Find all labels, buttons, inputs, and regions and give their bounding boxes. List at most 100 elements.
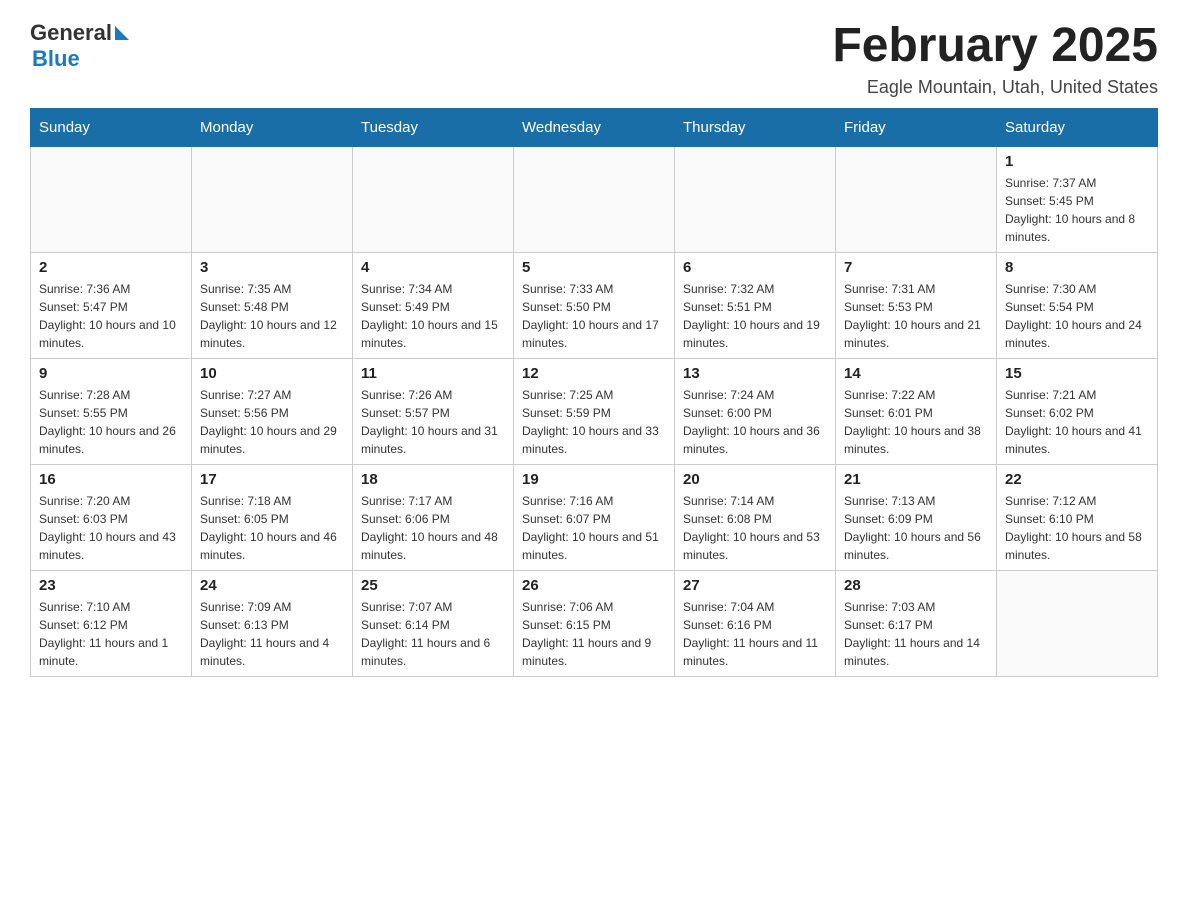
day-number: 9 xyxy=(39,365,183,382)
day-info: Sunrise: 7:10 AMSunset: 6:12 PMDaylight:… xyxy=(39,598,183,670)
day-info: Sunrise: 7:32 AMSunset: 5:51 PMDaylight:… xyxy=(683,280,827,352)
logo-blue-text: Blue xyxy=(32,46,80,72)
day-number: 1 xyxy=(1005,153,1149,170)
day-info: Sunrise: 7:22 AMSunset: 6:01 PMDaylight:… xyxy=(844,386,988,458)
day-number: 12 xyxy=(522,365,666,382)
page-header: General Blue February 2025 Eagle Mountai… xyxy=(30,20,1158,98)
day-number: 24 xyxy=(200,577,344,594)
day-info: Sunrise: 7:30 AMSunset: 5:54 PMDaylight:… xyxy=(1005,280,1149,352)
calendar-cell: 11Sunrise: 7:26 AMSunset: 5:57 PMDayligh… xyxy=(353,358,514,464)
day-info: Sunrise: 7:24 AMSunset: 6:00 PMDaylight:… xyxy=(683,386,827,458)
day-number: 15 xyxy=(1005,365,1149,382)
logo: General Blue xyxy=(30,20,129,72)
calendar-cell: 8Sunrise: 7:30 AMSunset: 5:54 PMDaylight… xyxy=(997,252,1158,358)
day-number: 7 xyxy=(844,259,988,276)
day-info: Sunrise: 7:33 AMSunset: 5:50 PMDaylight:… xyxy=(522,280,666,352)
calendar-cell: 20Sunrise: 7:14 AMSunset: 6:08 PMDayligh… xyxy=(675,464,836,570)
calendar-cell xyxy=(192,146,353,252)
logo-general-text: General xyxy=(30,20,112,46)
day-info: Sunrise: 7:04 AMSunset: 6:16 PMDaylight:… xyxy=(683,598,827,670)
calendar-cell: 2 Sunrise: 7:36 AMSunset: 5:47 PMDaylight… xyxy=(31,252,192,358)
week-row-5: 23Sunrise: 7:10 AMSunset: 6:12 PMDayligh… xyxy=(31,570,1158,676)
weekday-header-saturday: Saturday xyxy=(997,108,1158,146)
weekday-header-row: SundayMondayTuesdayWednesdayThursdayFrid… xyxy=(31,108,1158,146)
weekday-header-friday: Friday xyxy=(836,108,997,146)
calendar-cell: 21 Sunrise: 7:13 AMSunset: 6:09 PMDayligh… xyxy=(836,464,997,570)
week-row-3: 9 Sunrise: 7:28 AMSunset: 5:55 PMDaylight… xyxy=(31,358,1158,464)
day-number: 2 xyxy=(39,259,183,276)
week-row-1: 1 Sunrise: 7:37 AMSunset: 5:45 PMDaylight… xyxy=(31,146,1158,252)
logo-arrow-icon xyxy=(115,26,129,40)
calendar-cell: 17 Sunrise: 7:18 AMSunset: 6:05 PMDayligh… xyxy=(192,464,353,570)
day-number: 28 xyxy=(844,577,988,594)
weekday-header-thursday: Thursday xyxy=(675,108,836,146)
day-info: Sunrise: 7:07 AMSunset: 6:14 PMDaylight:… xyxy=(361,598,505,670)
calendar-cell: 14Sunrise: 7:22 AMSunset: 6:01 PMDayligh… xyxy=(836,358,997,464)
day-number: 27 xyxy=(683,577,827,594)
calendar-cell xyxy=(31,146,192,252)
weekday-header-monday: Monday xyxy=(192,108,353,146)
calendar-cell: 27 Sunrise: 7:04 AMSunset: 6:16 PMDayligh… xyxy=(675,570,836,676)
calendar-cell: 4Sunrise: 7:34 AMSunset: 5:49 PMDaylight… xyxy=(353,252,514,358)
day-info: Sunrise: 7:37 AMSunset: 5:45 PMDaylight:… xyxy=(1005,174,1149,246)
calendar-cell: 10 Sunrise: 7:27 AMSunset: 5:56 PMDayligh… xyxy=(192,358,353,464)
calendar-cell: 13 Sunrise: 7:24 AMSunset: 6:00 PMDayligh… xyxy=(675,358,836,464)
calendar-cell: 5 Sunrise: 7:33 AMSunset: 5:50 PMDaylight… xyxy=(514,252,675,358)
day-number: 3 xyxy=(200,259,344,276)
day-number: 22 xyxy=(1005,471,1149,488)
weekday-header-tuesday: Tuesday xyxy=(353,108,514,146)
day-info: Sunrise: 7:26 AMSunset: 5:57 PMDaylight:… xyxy=(361,386,505,458)
calendar-cell: 24 Sunrise: 7:09 AMSunset: 6:13 PMDayligh… xyxy=(192,570,353,676)
calendar-cell: 3 Sunrise: 7:35 AMSunset: 5:48 PMDaylight… xyxy=(192,252,353,358)
calendar-cell xyxy=(997,570,1158,676)
day-number: 21 xyxy=(844,471,988,488)
calendar-cell: 22 Sunrise: 7:12 AMSunset: 6:10 PMDayligh… xyxy=(997,464,1158,570)
calendar-cell: 19 Sunrise: 7:16 AMSunset: 6:07 PMDayligh… xyxy=(514,464,675,570)
day-info: Sunrise: 7:31 AMSunset: 5:53 PMDaylight:… xyxy=(844,280,988,352)
week-row-4: 16 Sunrise: 7:20 AMSunset: 6:03 PMDayligh… xyxy=(31,464,1158,570)
calendar-cell: 1 Sunrise: 7:37 AMSunset: 5:45 PMDaylight… xyxy=(997,146,1158,252)
day-info: Sunrise: 7:09 AMSunset: 6:13 PMDaylight:… xyxy=(200,598,344,670)
calendar-cell: 23Sunrise: 7:10 AMSunset: 6:12 PMDayligh… xyxy=(31,570,192,676)
day-info: Sunrise: 7:25 AMSunset: 5:59 PMDaylight:… xyxy=(522,386,666,458)
weekday-header-sunday: Sunday xyxy=(31,108,192,146)
day-number: 18 xyxy=(361,471,505,488)
day-number: 4 xyxy=(361,259,505,276)
day-number: 10 xyxy=(200,365,344,382)
day-info: Sunrise: 7:16 AMSunset: 6:07 PMDaylight:… xyxy=(522,492,666,564)
day-info: Sunrise: 7:20 AMSunset: 6:03 PMDaylight:… xyxy=(39,492,183,564)
day-number: 6 xyxy=(683,259,827,276)
day-number: 17 xyxy=(200,471,344,488)
day-info: Sunrise: 7:21 AMSunset: 6:02 PMDaylight:… xyxy=(1005,386,1149,458)
day-info: Sunrise: 7:17 AMSunset: 6:06 PMDaylight:… xyxy=(361,492,505,564)
calendar-table: SundayMondayTuesdayWednesdayThursdayFrid… xyxy=(30,108,1158,677)
day-info: Sunrise: 7:13 AMSunset: 6:09 PMDaylight:… xyxy=(844,492,988,564)
day-number: 5 xyxy=(522,259,666,276)
calendar-cell xyxy=(675,146,836,252)
calendar-cell: 9 Sunrise: 7:28 AMSunset: 5:55 PMDaylight… xyxy=(31,358,192,464)
day-info: Sunrise: 7:35 AMSunset: 5:48 PMDaylight:… xyxy=(200,280,344,352)
day-info: Sunrise: 7:36 AMSunset: 5:47 PMDaylight:… xyxy=(39,280,183,352)
day-info: Sunrise: 7:12 AMSunset: 6:10 PMDaylight:… xyxy=(1005,492,1149,564)
day-info: Sunrise: 7:06 AMSunset: 6:15 PMDaylight:… xyxy=(522,598,666,670)
day-number: 26 xyxy=(522,577,666,594)
calendar-cell xyxy=(353,146,514,252)
day-info: Sunrise: 7:27 AMSunset: 5:56 PMDaylight:… xyxy=(200,386,344,458)
calendar-cell: 28Sunrise: 7:03 AMSunset: 6:17 PMDayligh… xyxy=(836,570,997,676)
day-info: Sunrise: 7:14 AMSunset: 6:08 PMDaylight:… xyxy=(683,492,827,564)
month-title: February 2025 xyxy=(832,20,1158,73)
week-row-2: 2 Sunrise: 7:36 AMSunset: 5:47 PMDaylight… xyxy=(31,252,1158,358)
day-info: Sunrise: 7:18 AMSunset: 6:05 PMDaylight:… xyxy=(200,492,344,564)
weekday-header-wednesday: Wednesday xyxy=(514,108,675,146)
day-info: Sunrise: 7:28 AMSunset: 5:55 PMDaylight:… xyxy=(39,386,183,458)
location-label: Eagle Mountain, Utah, United States xyxy=(832,77,1158,98)
calendar-cell: 18 Sunrise: 7:17 AMSunset: 6:06 PMDayligh… xyxy=(353,464,514,570)
day-number: 25 xyxy=(361,577,505,594)
calendar-cell: 12 Sunrise: 7:25 AMSunset: 5:59 PMDayligh… xyxy=(514,358,675,464)
day-number: 19 xyxy=(522,471,666,488)
day-number: 13 xyxy=(683,365,827,382)
calendar-cell: 6 Sunrise: 7:32 AMSunset: 5:51 PMDaylight… xyxy=(675,252,836,358)
day-number: 16 xyxy=(39,471,183,488)
title-block: February 2025 Eagle Mountain, Utah, Unit… xyxy=(832,20,1158,98)
calendar-cell xyxy=(836,146,997,252)
